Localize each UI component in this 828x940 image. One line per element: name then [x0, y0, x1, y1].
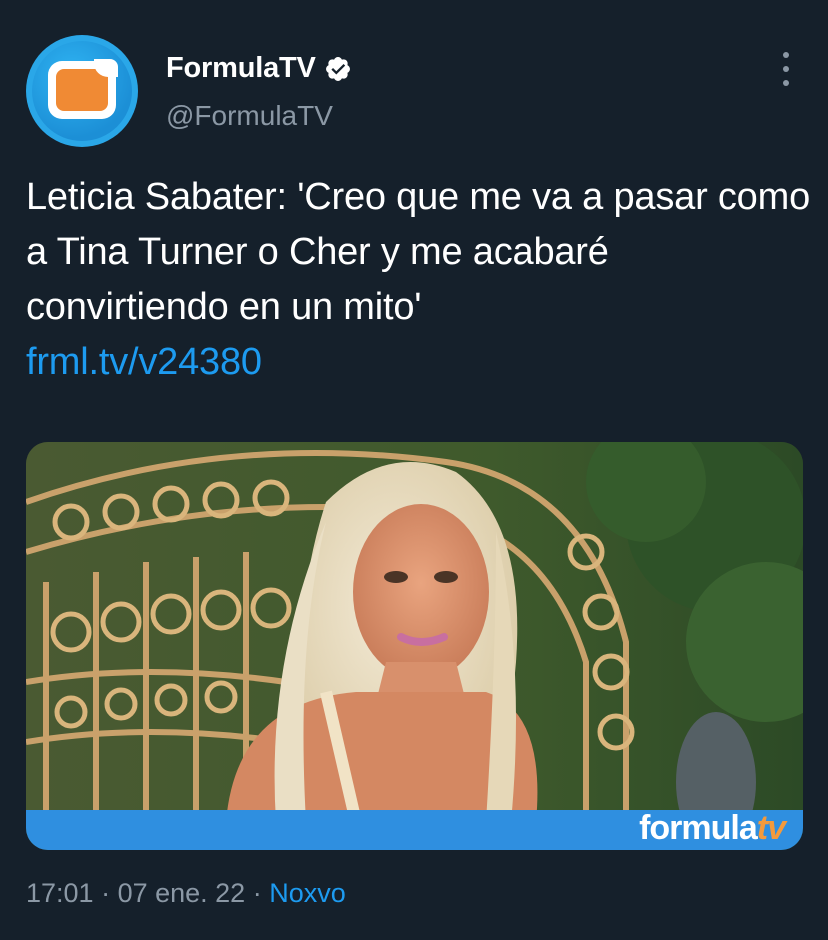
tweet-source[interactable]: Noxvo: [269, 878, 346, 908]
tweet-time[interactable]: 17:01: [26, 878, 94, 908]
verified-badge-icon: [325, 56, 350, 81]
account-name-row[interactable]: FormulaTV: [166, 52, 352, 85]
formulatv-brand-logo: formulatv: [639, 809, 786, 847]
account-name[interactable]: FormulaTV: [166, 52, 316, 85]
tweet-text: Leticia Sabater: 'Creo que me va a pasar…: [26, 176, 811, 328]
tweet-date[interactable]: 07 ene. 22: [118, 878, 246, 908]
link-card[interactable]: formulatv: [26, 442, 803, 850]
account-handle[interactable]: @FormulaTV: [166, 100, 333, 132]
avatar[interactable]: [26, 35, 138, 147]
card-image: [26, 442, 803, 850]
tweet-body: Leticia Sabater: 'Creo que me va a pasar…: [26, 170, 816, 390]
more-options-icon[interactable]: [771, 52, 801, 86]
tweet-link[interactable]: frml.tv/v24380: [26, 335, 816, 390]
tweet-meta: 17:01 · 07 ene. 22 · Noxvo: [26, 878, 346, 908]
formulatv-logo-icon: [48, 59, 118, 119]
tweet-header: FormulaTV @FormulaTV: [0, 0, 828, 160]
